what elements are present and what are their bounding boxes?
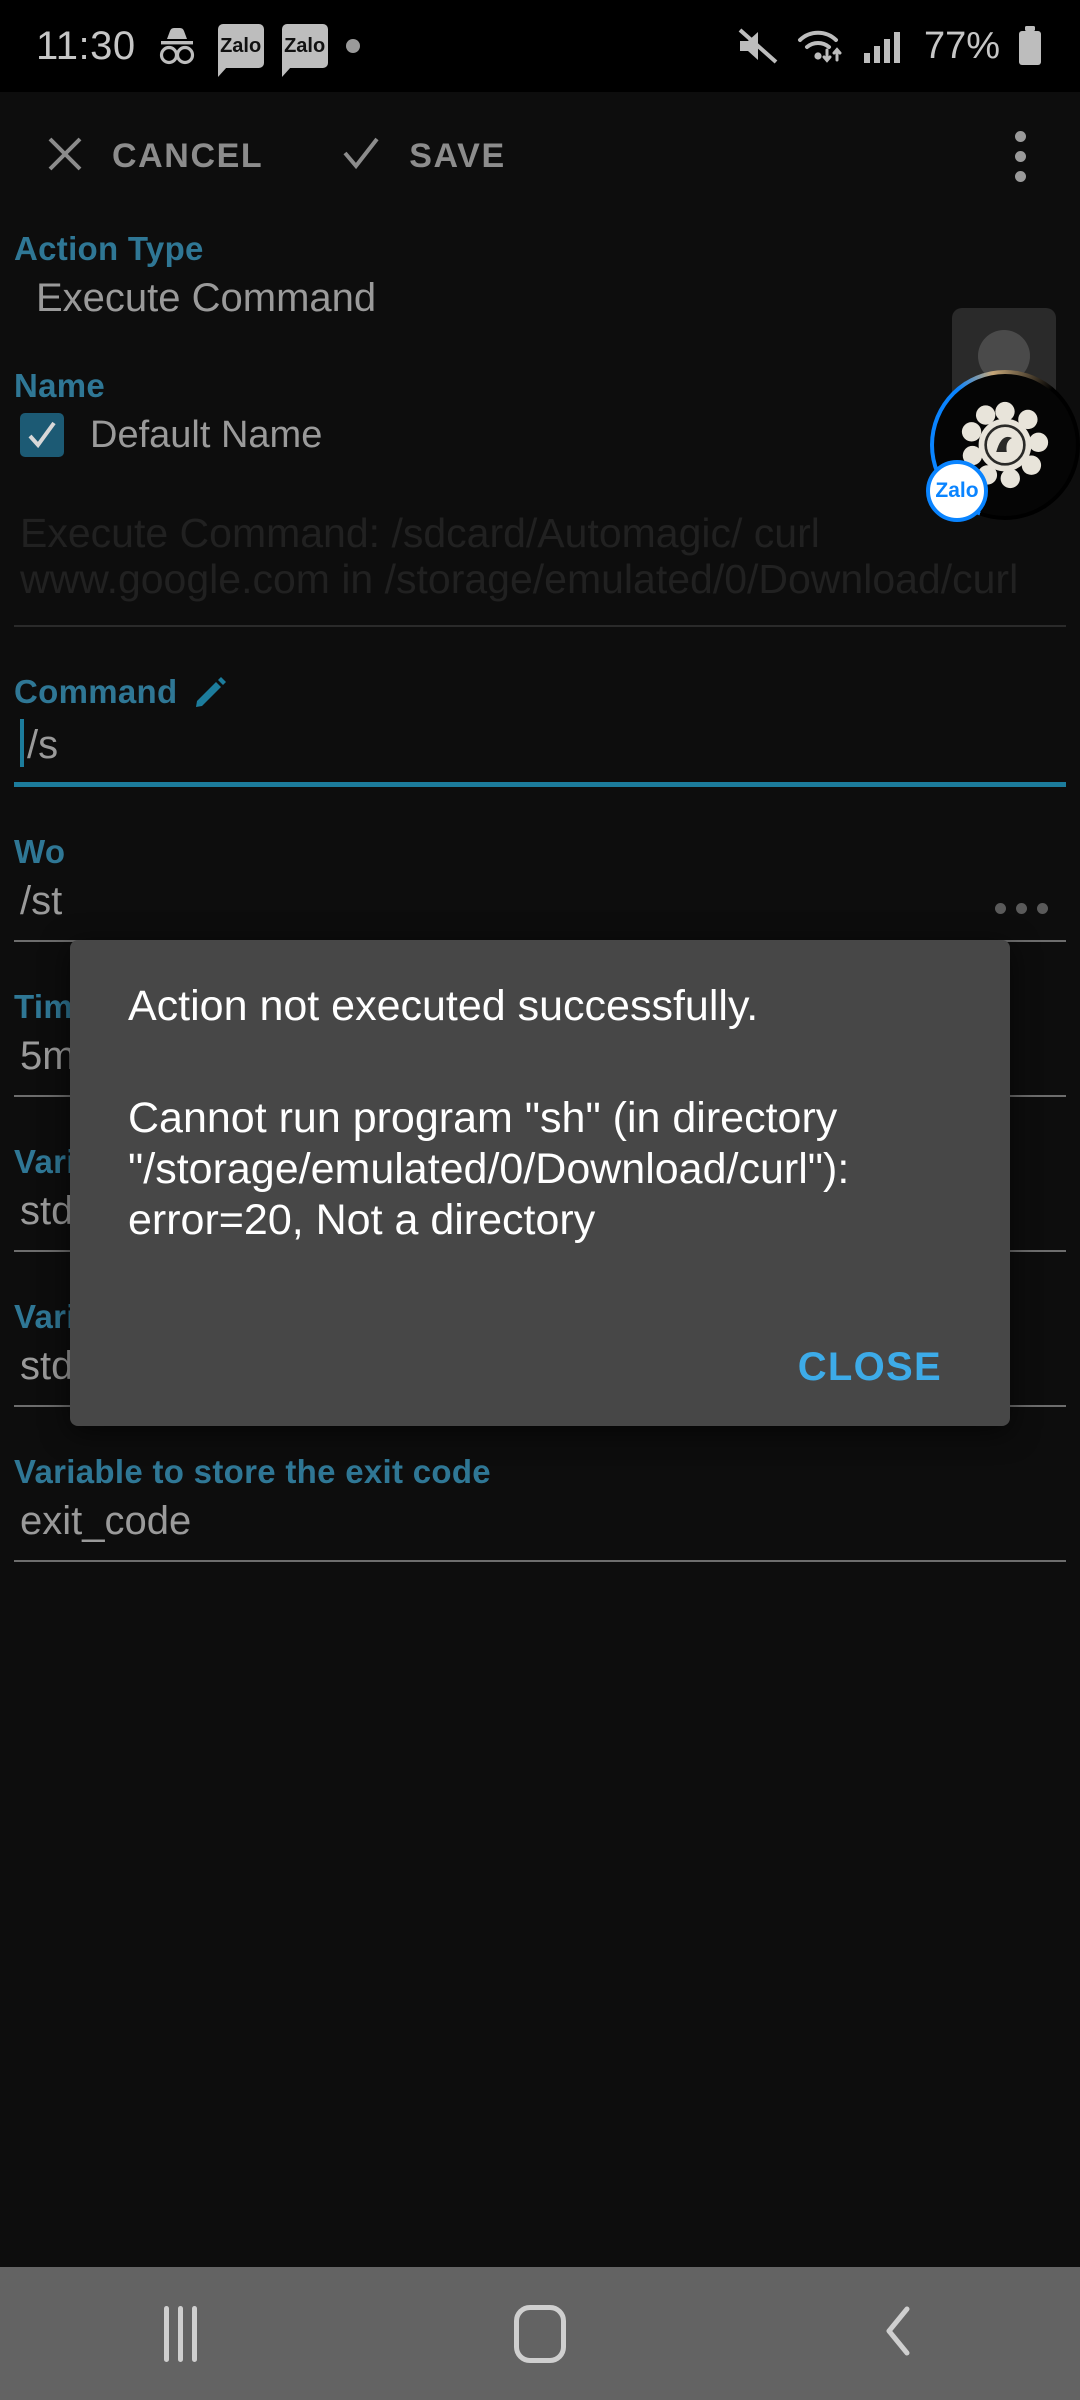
recents-icon <box>163 2305 197 2362</box>
edit-pencil-icon[interactable] <box>193 675 227 709</box>
working-directory-label: Wo <box>14 832 66 870</box>
zalo-chat-head[interactable]: Zalo <box>926 308 1080 522</box>
default-name-checkbox-row[interactable]: Default Name <box>14 413 1066 457</box>
wifi-icon <box>796 26 846 66</box>
command-value: /s <box>27 722 59 767</box>
cancel-button-label: CANCEL <box>112 136 264 175</box>
zalo-notification-icon: Zalo <box>281 24 328 77</box>
status-bar-left: 11:30 Zalo Zalo <box>36 23 360 77</box>
zalo-notification-icon: Zalo <box>217 24 264 77</box>
status-bar-right: 77% <box>736 25 1044 68</box>
battery-percent-label: 77% <box>923 24 1000 67</box>
zalo-chip-label: Zalo <box>220 34 262 57</box>
dialog-actions: CLOSE <box>788 1331 952 1404</box>
app-toolbar: CANCEL SAVE <box>0 92 1080 220</box>
default-name-label: Default Name <box>90 413 323 456</box>
command-input[interactable]: /s <box>14 718 1066 768</box>
command-label-text: Command <box>14 672 178 710</box>
cancel-button[interactable]: CANCEL <box>44 133 263 180</box>
save-button[interactable]: SAVE <box>339 133 505 180</box>
mute-icon <box>736 27 780 65</box>
close-icon <box>44 133 86 180</box>
dialog-message: Cannot run program "sh" (in directory "/… <box>128 1094 850 1245</box>
working-directory-value[interactable]: /st <box>14 879 995 924</box>
divider <box>14 624 1066 627</box>
signal-icon <box>862 27 902 65</box>
overflow-menu-icon[interactable] <box>1005 121 1036 192</box>
phone-screen: 11:30 Zalo Zalo 77% CANCEL SAVE Action T… <box>0 0 1080 2400</box>
exit-code-value[interactable]: exit_code <box>14 1499 1066 1544</box>
action-type-value: Execute Command <box>36 276 377 320</box>
name-label: Name <box>14 367 106 404</box>
save-button-label: SAVE <box>409 136 506 175</box>
field-underline <box>14 1559 1066 1562</box>
name-field: Name Default Name Execute Command: /sdca… <box>14 367 1066 627</box>
command-field[interactable]: Command /s <box>14 673 1066 787</box>
close-button[interactable]: CLOSE <box>788 1331 952 1404</box>
battery-icon <box>1016 25 1044 67</box>
action-description-text: Execute Command: /sdcard/Automagic/ curl… <box>20 510 1019 602</box>
working-directory-field[interactable]: Wo /st <box>14 833 1066 942</box>
recents-button[interactable] <box>0 2305 360 2362</box>
zalo-chip-label: Zalo <box>284 34 326 57</box>
zalo-badge-icon: Zalo <box>926 460 988 522</box>
home-icon <box>514 2304 566 2363</box>
dialog-title: Action not executed successfully. <box>128 982 759 1030</box>
error-dialog: Action not executed successfully. Cannot… <box>70 940 1010 1426</box>
back-icon <box>877 2301 923 2366</box>
back-button[interactable] <box>720 2301 1080 2366</box>
checkbox-checked-icon[interactable] <box>20 413 64 457</box>
working-directory-more-icon[interactable] <box>995 902 1066 924</box>
incognito-icon <box>154 25 200 67</box>
home-button[interactable] <box>360 2304 720 2363</box>
command-label: Command <box>14 673 1066 711</box>
status-bar: 11:30 Zalo Zalo 77% <box>0 0 1080 92</box>
exit-code-label: Variable to store the exit code <box>14 1452 491 1490</box>
dot-icon <box>345 39 360 53</box>
zalo-badge-label: Zalo <box>935 479 979 502</box>
action-type-label: Action Type <box>14 230 204 267</box>
system-navigation-bar <box>0 2267 1080 2400</box>
text-caret <box>20 718 24 767</box>
status-bar-clock: 11:30 <box>36 23 136 68</box>
exit-code-variable-field[interactable]: Variable to store the exit code exit_cod… <box>14 1453 1066 1562</box>
action-type-field[interactable]: Action Type Execute Command <box>14 230 1066 321</box>
command-focus-underline <box>14 781 1066 787</box>
check-icon <box>339 133 383 180</box>
